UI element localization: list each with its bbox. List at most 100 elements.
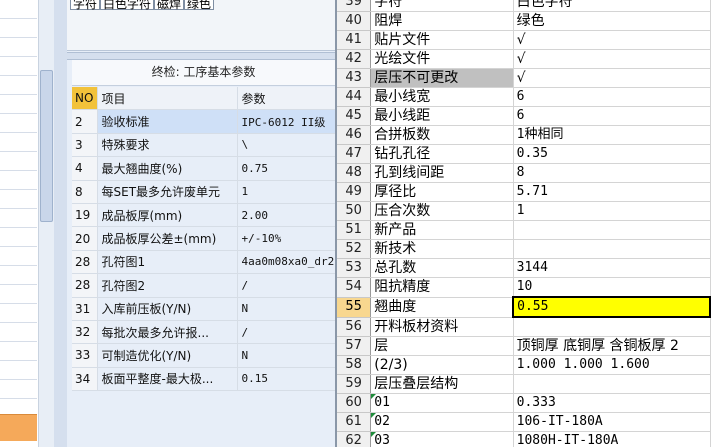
row-header[interactable]: 59 [337,374,372,394]
grid-row[interactable]: 32 每批次最多允许报... / [72,320,336,345]
sheet-row[interactable]: 49 厚径比 5.71 [337,182,711,202]
grid-cell-no[interactable]: 28 [72,273,98,298]
sheet-cell-label[interactable]: 厚径比 [370,182,514,202]
row-header[interactable]: 39 [337,0,372,12]
sheet-cell-value[interactable]: 6 [513,106,711,126]
grid-row[interactable]: 19 成品板厚(mm) 2.00 [72,203,336,228]
row-header[interactable]: 45 [337,106,372,126]
sheet-cell-value[interactable]: 10 [513,277,711,298]
grid-row[interactable]: 3 特殊要求 \ [72,133,336,158]
row-header[interactable]: 43 [337,68,372,88]
sheet-cell-label[interactable]: 光绘文件 [370,49,514,69]
sheet-row[interactable]: 58 (2/3) 1.000 1.000 1.600 [337,355,711,375]
sheet-cell-label[interactable]: 层 [370,336,514,356]
sheet-cell-label[interactable]: 翘曲度 [370,297,514,318]
grid-row[interactable]: 33 可制造优化(Y/N) N [72,343,336,368]
grid-cell-param[interactable]: N [237,343,336,368]
left-vertical-scrollbar[interactable] [38,0,54,447]
sheet-row[interactable]: 52 新技术 [337,239,711,259]
row-header[interactable]: 44 [337,87,372,107]
grid-cell-item[interactable]: 每批次最多允许报... [97,320,238,345]
sheet-row[interactable]: 45 最小线距 6 [337,106,711,126]
sheet-row[interactable]: 56 开料板材资料 [337,317,711,337]
grid-cell-item[interactable]: 成品板厚公差±(mm) [97,226,238,251]
grid-row[interactable]: 34 板面平整度-最大极... 0.15 [72,367,336,392]
grid-cell-param[interactable]: 4aa0m08xa0_dr2 [237,250,336,275]
sheet-cell-label[interactable]: 阻焊 [370,11,514,31]
header-no[interactable]: NO [72,87,98,111]
sheet-cell-label[interactable]: 字符 [370,0,514,12]
grid-cell-item[interactable]: 可制造优化(Y/N) [97,343,238,368]
grid-row[interactable]: 8 每SET最多允许废单元 1 [72,180,336,204]
grid-cell-param[interactable]: / [237,273,336,298]
sheet-row[interactable]: 47 钻孔孔径 0.35 [337,144,711,164]
sheet-row[interactable]: 41 贴片文件 √ [337,30,711,50]
grid-row[interactable]: 31 入库前压板(Y/N) N [72,297,336,321]
sheet-cell-label[interactable]: 最小线宽 [370,87,514,107]
horizontal-splitter[interactable] [67,52,335,60]
sheet-row[interactable]: 53 总孔数 3144 [337,258,711,278]
sheet-grid[interactable]: 39 字符 白色字符 40 阻焊 绿色 41 贴片文件 √ 42 光绘文件 √ 43 层压不可更改 √ 44 最… [337,0,711,447]
sheet-cell-value[interactable]: 5.71 [513,182,711,202]
sheet-row[interactable]: 46 合拼板数 1种相同 [337,125,711,145]
row-header[interactable]: 61 [337,412,372,432]
sheet-cell-value[interactable]: 绿色 [513,11,711,31]
grid-cell-no[interactable]: 34 [72,367,98,392]
sheet-cell-value[interactable] [513,374,711,394]
sheet-cell-label[interactable]: 层压不可更改 [370,68,514,88]
grid-cell-param[interactable]: +/-10% [237,226,336,251]
sheet-cell-label[interactable]: 03 [370,431,514,447]
sheet-cell-value[interactable]: √ [513,68,711,88]
sheet-cell-label[interactable]: 02 [370,412,514,432]
grid-cell-param[interactable]: 1 [237,180,336,204]
row-header[interactable]: 55 [337,297,372,318]
left-selected-item[interactable] [0,414,37,441]
sheet-cell-label[interactable]: 新产品 [370,220,514,240]
row-header[interactable]: 52 [337,239,372,259]
sheet-cell-label[interactable]: 总孔数 [370,258,514,278]
sheet-row[interactable]: 59 层压叠层结构 [337,374,711,394]
sheet-row[interactable]: 57 层 顶铜厚 底铜厚 含铜板厚 2 [337,336,711,356]
sheet-row[interactable]: 50 压合次数 1 [337,201,711,221]
sheet-cell-label[interactable]: 新技术 [370,239,514,259]
sheet-cell-value[interactable] [513,317,711,337]
row-header[interactable]: 48 [337,163,372,183]
grid-cell-item[interactable]: 最大翘曲度(%) [97,156,238,181]
sheet-cell-label[interactable]: 贴片文件 [370,30,514,50]
row-header[interactable]: 42 [337,49,372,69]
sheet-cell-value[interactable]: 白色字符 [513,0,711,12]
grid-cell-item[interactable]: 特殊要求 [97,133,238,158]
sheet-cell-label[interactable]: 合拼板数 [370,125,514,145]
spreadsheet[interactable]: 39 字符 白色字符 40 阻焊 绿色 41 贴片文件 √ 42 光绘文件 √ 43 层压不可更改 √ 44 最… [337,0,711,447]
sheet-row[interactable]: 51 新产品 [337,220,711,240]
header-item[interactable]: 项目 [97,87,238,111]
grid-cell-no[interactable]: 31 [72,297,98,321]
grid-row[interactable]: 28 孔符图1 4aa0m08xa0_dr2 [72,250,336,275]
sheet-cell-label[interactable]: 压合次数 [370,201,514,221]
grid-cell-no[interactable]: 4 [72,156,98,181]
grid-row[interactable]: 20 成品板厚公差±(mm) +/-10% [72,226,336,251]
sheet-cell-value[interactable]: 1 [513,201,711,221]
sheet-cell-value[interactable] [513,239,711,259]
row-header[interactable]: 54 [337,277,372,298]
header-param[interactable]: 参数 [237,87,336,111]
sheet-cell-label[interactable]: (2/3) [370,355,514,375]
sheet-cell-label[interactable]: 01 [370,393,514,413]
sheet-cell-label[interactable]: 阻抗精度 [370,277,514,298]
sheet-row[interactable]: 60 01 0.333 [337,393,711,413]
sheet-cell-value[interactable] [513,220,711,240]
grid-cell-item[interactable]: 成品板厚(mm) [97,203,238,228]
grid-cell-no[interactable]: 2 [72,109,98,134]
row-header[interactable]: 40 [337,11,372,31]
sheet-cell-value[interactable]: 1080H-IT-180A [513,431,711,447]
grid-cell-no[interactable]: 20 [72,226,98,251]
sheet-cell-value[interactable]: 6 [513,87,711,107]
sheet-cell-value[interactable]: 1种相同 [513,125,711,145]
row-header[interactable]: 53 [337,258,372,278]
sheet-cell-value[interactable]: √ [513,49,711,69]
grid-row[interactable]: 2 验收标准 IPC-6012 II级 [72,109,336,134]
sheet-cell-label[interactable]: 层压叠层结构 [370,374,514,394]
grid-cell-no[interactable]: 32 [72,320,98,345]
sheet-row[interactable]: 54 阻抗精度 10 [337,277,711,298]
parameter-grid[interactable]: NO 项目 参数 2 验收标准 IPC-6012 II级 3 特殊要求 \ 4 最大翘曲度(%… [72,87,336,392]
